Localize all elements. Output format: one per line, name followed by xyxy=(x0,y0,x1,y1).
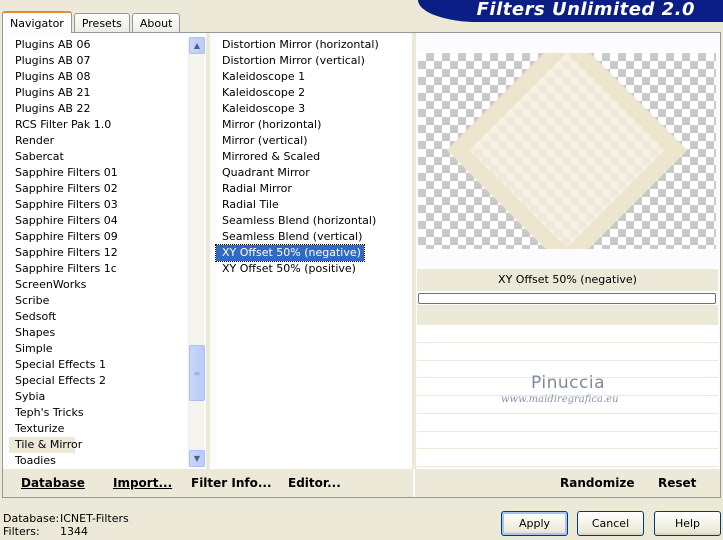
category-item[interactable]: Scribe xyxy=(9,293,189,309)
status-database-value: ICNET-Filters xyxy=(60,512,129,525)
category-item[interactable]: Sapphire Filters 1c xyxy=(9,261,189,277)
filter-item[interactable]: Distortion Mirror (horizontal) xyxy=(216,37,410,53)
filter-item[interactable]: Mirror (vertical) xyxy=(216,133,410,149)
title-banner: Filters Unlimited 2.0 xyxy=(418,0,723,22)
status-filters-label: Filters: xyxy=(3,525,40,538)
filter-item[interactable]: XY Offset 50% (positive) xyxy=(216,261,410,277)
category-item[interactable]: Plugins AB 07 xyxy=(9,53,189,69)
scroll-down-button[interactable]: ▼ xyxy=(189,450,205,467)
grip-icon: ≡ xyxy=(193,368,201,378)
scroll-up-button[interactable]: ▲ xyxy=(189,37,205,54)
tab-about[interactable]: About xyxy=(131,13,181,32)
parameter-header xyxy=(417,305,718,325)
help-button[interactable]: Help xyxy=(654,511,721,536)
category-item[interactable]: Plugins AB 21 xyxy=(9,85,189,101)
filter-item[interactable]: Distortion Mirror (vertical) xyxy=(216,53,410,69)
import-label: Import... xyxy=(113,476,173,490)
randomize-label: Randomize xyxy=(560,476,635,490)
preview-content xyxy=(446,53,688,249)
category-scrollbar[interactable]: ▲ ≡ ▼ xyxy=(188,37,205,467)
watermark-name: Pinuccia xyxy=(531,373,605,393)
navigator-panel: Plugins AB 06 Plugins AB 07 Plugins AB 08 P… xyxy=(2,32,721,498)
filter-item[interactable]: Kaleidoscope 3 xyxy=(216,101,410,117)
category-list[interactable]: Plugins AB 06 Plugins AB 07 Plugins AB 08 P… xyxy=(9,37,189,467)
preview-image xyxy=(418,53,716,249)
reset-button[interactable]: Reset xyxy=(658,476,696,490)
scroll-thumb[interactable]: ≡ xyxy=(189,345,205,401)
category-item[interactable]: Special Effects 1 xyxy=(9,357,189,373)
apply-button[interactable]: Apply xyxy=(501,511,568,536)
category-item[interactable]: Special Effects 2 xyxy=(9,373,189,389)
category-item[interactable]: Shapes xyxy=(9,325,189,341)
randomize-button[interactable]: Randomize xyxy=(560,476,634,490)
category-item[interactable]: Sapphire Filters 04 xyxy=(9,213,189,229)
filter-item[interactable]: Kaleidoscope 1 xyxy=(216,69,410,85)
filter-item[interactable]: XY Offset 50% (negative) xyxy=(215,244,365,262)
category-item[interactable]: Toadies xyxy=(9,453,189,469)
chevron-up-icon: ▲ xyxy=(193,41,201,50)
category-item[interactable]: ScreenWorks xyxy=(9,277,189,293)
chevron-down-icon: ▼ xyxy=(193,454,201,463)
database-button[interactable]: Database xyxy=(21,476,85,490)
filter-item[interactable]: Kaleidoscope 2 xyxy=(216,85,410,101)
filter-list[interactable]: Distortion Mirror (horizontal) Distortion… xyxy=(215,37,410,467)
divider xyxy=(206,33,210,469)
filter-item[interactable]: Seamless Blend (vertical) xyxy=(216,229,410,245)
category-item[interactable]: Tile & Mirror xyxy=(9,437,82,453)
category-item[interactable]: Sapphire Filters 12 xyxy=(9,245,189,261)
category-item[interactable]: Texturize xyxy=(9,421,189,437)
category-item[interactable]: Sapphire Filters 02 xyxy=(9,181,189,197)
cancel-button[interactable]: Cancel xyxy=(577,511,644,536)
status-database-label: Database: xyxy=(3,512,60,525)
editor-label: Editor... xyxy=(288,476,341,490)
divider xyxy=(412,33,416,469)
category-item[interactable]: Sedsoft xyxy=(9,309,189,325)
database-label: Database xyxy=(21,476,85,490)
filter-item[interactable]: Quadrant Mirror xyxy=(216,165,410,181)
tab-navigator[interactable]: Navigator xyxy=(2,11,72,33)
filter-item[interactable]: Radial Tile xyxy=(216,197,410,213)
category-item[interactable]: Plugins AB 22 xyxy=(9,101,189,117)
status-area: Database:ICNET-Filters Filters: 1344 xyxy=(3,512,129,538)
import-button[interactable]: Import... xyxy=(113,476,172,490)
current-filter-name: XY Offset 50% (negative) xyxy=(417,269,718,291)
tab-presets[interactable]: Presets xyxy=(73,13,130,32)
category-item[interactable]: Teph's Tricks xyxy=(9,405,189,421)
banner-title: Filters Unlimited 2.0 xyxy=(476,0,695,20)
tab-strip: Navigator Presets About xyxy=(2,10,182,33)
category-item[interactable]: Sapphire Filters 03 xyxy=(9,197,189,213)
category-item[interactable]: Sabercat xyxy=(9,149,189,165)
filter-item[interactable]: Radial Mirror xyxy=(216,181,410,197)
watermark-site: www.maidiregrafica.eu xyxy=(501,394,619,405)
category-item[interactable]: Sybia xyxy=(9,389,189,405)
status-filters-value: 1344 xyxy=(60,525,88,538)
category-item[interactable]: Sapphire Filters 09 xyxy=(9,229,189,245)
category-item[interactable]: Plugins AB 06 xyxy=(9,37,189,53)
category-item[interactable]: Sapphire Filters 01 xyxy=(9,165,189,181)
filter-info-label: Filter Info... xyxy=(191,476,272,490)
divider xyxy=(413,469,415,497)
progress-bar xyxy=(418,293,716,304)
filter-item[interactable]: Mirror (horizontal) xyxy=(216,117,410,133)
filter-item[interactable]: Seamless Blend (horizontal) xyxy=(216,213,410,229)
filter-item[interactable]: Mirrored & Scaled xyxy=(216,149,410,165)
category-item[interactable]: Simple xyxy=(9,341,189,357)
category-item[interactable]: Plugins AB 08 xyxy=(9,69,189,85)
filter-info-button[interactable]: Filter Info... xyxy=(191,476,272,490)
editor-button[interactable]: Editor... xyxy=(288,476,341,490)
category-item[interactable]: RCS Filter Pak 1.0 xyxy=(9,117,189,133)
reset-label: Reset xyxy=(658,476,697,490)
category-item[interactable]: Render xyxy=(9,133,189,149)
